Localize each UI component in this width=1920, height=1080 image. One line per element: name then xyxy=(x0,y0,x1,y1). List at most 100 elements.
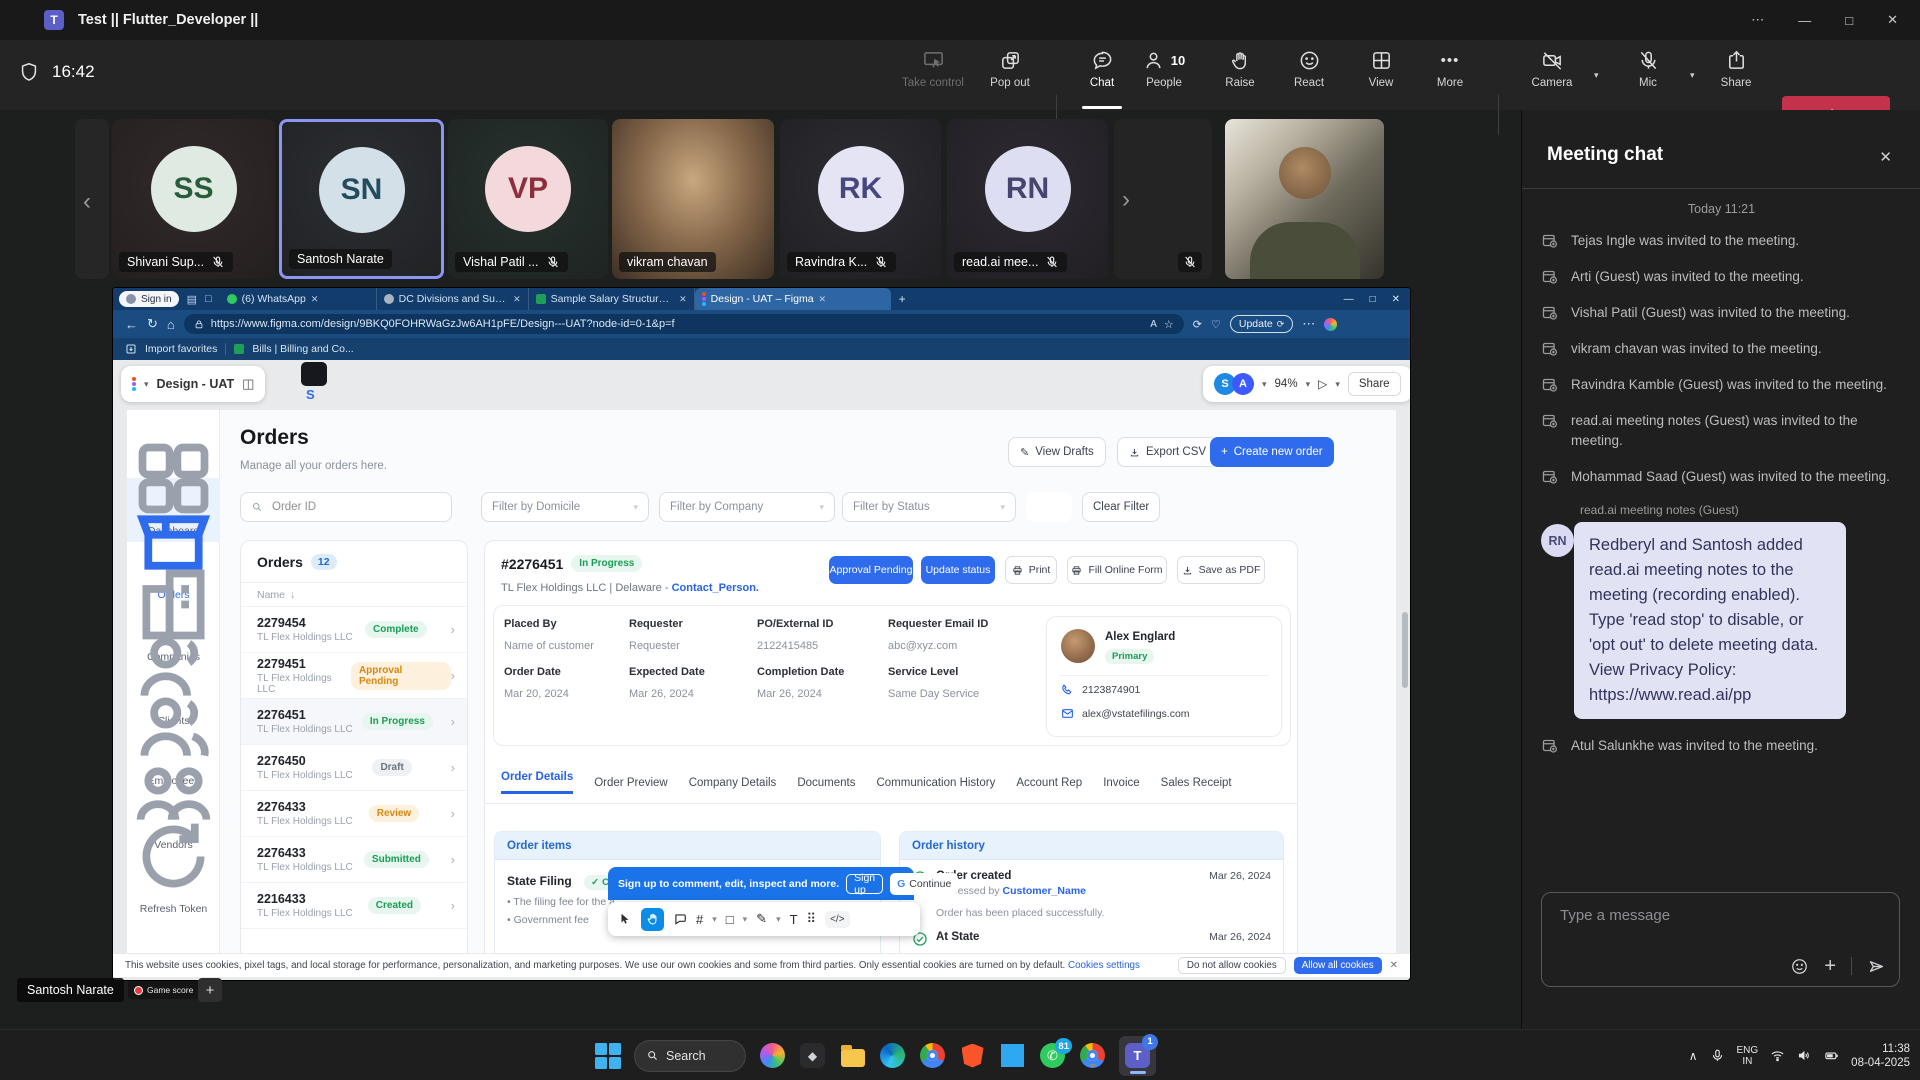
order-row[interactable]: 2279451TL Flex Holdings LLC Approval Pen… xyxy=(241,653,467,699)
figma-zoom-level[interactable]: 94% xyxy=(1275,378,1298,390)
more-button[interactable]: ••• More xyxy=(1414,49,1486,89)
raise-hand-button[interactable]: Raise xyxy=(1204,49,1276,89)
view-drafts-button[interactable]: ✎ View Drafts xyxy=(1008,437,1106,467)
comment-tool-icon[interactable] xyxy=(673,912,687,926)
widgets-app-icon[interactable]: ◆ xyxy=(799,1042,826,1069)
google-continue-button[interactable]: G Continue xyxy=(890,873,958,895)
start-button[interactable] xyxy=(594,1042,621,1069)
strip-next-icon[interactable]: › xyxy=(1122,186,1130,214)
window-minimize-icon[interactable]: — xyxy=(1798,13,1811,28)
browser-tab[interactable]: Sample Salary Structure with calc ✕ xyxy=(529,288,695,310)
order-row[interactable]: 2279454TL Flex Holdings LLC Complete › xyxy=(241,607,467,653)
mic-button[interactable]: Mic xyxy=(1612,49,1684,89)
browser-profile-button[interactable]: Sign in xyxy=(119,291,179,307)
browser-tab-active[interactable]: Design - UAT – Figma ✕ xyxy=(695,288,891,310)
dev-mode-icon[interactable]: </> xyxy=(825,911,849,928)
window-more-icon[interactable]: ⋯ xyxy=(1751,12,1764,28)
tab-invoice[interactable]: Invoice xyxy=(1103,777,1139,789)
attach-plus-icon[interactable]: + xyxy=(1824,956,1836,976)
presenter-add-button[interactable]: + xyxy=(198,978,222,1002)
react-button[interactable]: React xyxy=(1273,49,1345,89)
send-icon[interactable] xyxy=(1867,957,1886,976)
chat-message-input[interactable] xyxy=(1558,906,1858,925)
participant-tile-video[interactable] xyxy=(1225,119,1384,279)
browser-update-button[interactable]: Update ⟳ xyxy=(1230,315,1293,333)
zoom-caret[interactable]: ▾ xyxy=(1306,379,1311,390)
approval-pending-button[interactable]: Approval Pending xyxy=(829,556,913,584)
name-column-header[interactable]: Name xyxy=(257,589,285,601)
back-icon[interactable]: ← xyxy=(125,317,138,332)
strip-prev-icon[interactable]: ‹ xyxy=(83,188,91,216)
collaborators-caret[interactable]: ▾ xyxy=(1262,379,1267,390)
brave-icon[interactable] xyxy=(959,1042,986,1069)
frame-tool-caret[interactable]: ▾ xyxy=(712,914,717,925)
mic-options-caret[interactable]: ▾ xyxy=(1690,70,1695,81)
view-button[interactable]: View xyxy=(1345,49,1417,89)
window-maximize-icon[interactable]: □ xyxy=(1845,13,1853,28)
people-button[interactable]: 10 People xyxy=(1128,49,1200,89)
chat-close-icon[interactable]: ✕ xyxy=(1879,148,1892,166)
vscode-icon[interactable] xyxy=(999,1042,1026,1069)
workspaces-icon[interactable]: ▤ xyxy=(187,293,197,306)
filter-company-dropdown[interactable]: Filter by Company▾ xyxy=(659,492,835,522)
play-caret[interactable]: ▾ xyxy=(1335,379,1340,390)
contact-person-link[interactable]: Contact_Person. xyxy=(672,582,759,594)
sort-down-icon[interactable]: ↓ xyxy=(290,589,295,601)
chrome-profile-icon[interactable] xyxy=(1079,1042,1106,1069)
import-favorites-label[interactable]: Import favorites xyxy=(145,343,217,355)
tab-company-details[interactable]: Company Details xyxy=(689,777,777,789)
collections-icon[interactable]: ♡ xyxy=(1211,318,1221,331)
bills-bookmark[interactable]: Bills | Billing and Co... xyxy=(252,343,353,355)
allow-cookies-button[interactable]: Allow all cookies xyxy=(1294,957,1382,974)
order-row[interactable]: 2276433TL Flex Holdings LLC Submitted › xyxy=(241,837,467,883)
save-as-pdf-button[interactable]: Save as PDF xyxy=(1177,556,1265,584)
deny-cookies-button[interactable]: Do not allow cookies xyxy=(1178,957,1286,974)
volume-icon[interactable] xyxy=(1797,1048,1812,1063)
order-row[interactable]: 2216433TL Flex Holdings LLC Created › xyxy=(241,883,467,929)
participant-tile[interactable]: SS Shivani Sup... xyxy=(112,119,275,279)
read-aloud-icon[interactable]: A xyxy=(1150,319,1157,330)
tab-sales-receipt[interactable]: Sales Receipt xyxy=(1161,777,1232,789)
order-row[interactable]: 2276433TL Flex Holdings LLC Review › xyxy=(241,791,467,837)
tab-order-details[interactable]: Order Details xyxy=(501,771,573,794)
chat-input-box[interactable]: + xyxy=(1541,892,1900,987)
tray-mic-icon[interactable] xyxy=(1710,1048,1725,1063)
browser-close-icon[interactable]: ✕ xyxy=(1392,294,1400,305)
file-explorer-icon[interactable] xyxy=(839,1042,866,1069)
update-status-button[interactable]: Update status xyxy=(921,556,995,584)
browser-menu-icon[interactable]: ⋯ xyxy=(1302,316,1315,332)
browser-scrollbar[interactable] xyxy=(1402,612,1408,688)
pen-tool-caret[interactable]: ▾ xyxy=(776,914,781,925)
participant-tile-selected[interactable]: SN Santosh Narate xyxy=(279,119,444,279)
favorite-star-icon[interactable]: ☆ xyxy=(1164,318,1174,331)
chat-message[interactable]: RN Redberyl and Santosh added read.ai me… xyxy=(1541,522,1902,719)
browser-minimize-icon[interactable]: — xyxy=(1344,294,1354,305)
copilot-icon[interactable] xyxy=(759,1042,786,1069)
filter-clear-button[interactable]: Clear Filter xyxy=(1082,492,1160,522)
print-button[interactable]: Print xyxy=(1005,556,1057,584)
figma-doc-menu[interactable]: ▾ Design - UAT ◫ xyxy=(121,366,265,402)
shape-tool-caret[interactable]: ▾ xyxy=(743,914,748,925)
resources-tool-icon[interactable]: ⠿ xyxy=(807,911,817,927)
order-id-input[interactable] xyxy=(270,500,420,514)
home-icon[interactable]: ⌂ xyxy=(167,317,175,332)
edge-icon[interactable] xyxy=(879,1042,906,1069)
filter-status-dropdown[interactable]: Filter by Status▾ xyxy=(842,492,1016,522)
text-tool-icon[interactable]: T xyxy=(790,912,798,927)
tab-close-icon[interactable]: ✕ xyxy=(311,294,319,305)
sync-icon[interactable]: ⟳ xyxy=(1193,318,1202,331)
camera-options-caret[interactable]: ▾ xyxy=(1594,70,1599,81)
whatsapp-icon[interactable]: ✆ 81 xyxy=(1039,1042,1066,1069)
collaborator-avatar[interactable]: A xyxy=(1232,373,1254,395)
hand-tool-icon[interactable] xyxy=(641,908,664,931)
battery-icon[interactable] xyxy=(1824,1048,1839,1063)
language-indicator[interactable]: ENGIN xyxy=(1737,1045,1759,1067)
order-row-selected[interactable]: 2276451TL Flex Holdings LLC In Progress … xyxy=(241,699,467,745)
share-button[interactable]: Share xyxy=(1700,49,1772,89)
sign-up-button[interactable]: Sign up xyxy=(846,874,883,894)
tab-order-preview[interactable]: Order Preview xyxy=(594,777,668,789)
export-csv-button[interactable]: Export CSV xyxy=(1117,437,1218,467)
customer-name-link[interactable]: Customer_Name xyxy=(1003,885,1086,897)
tab-account-rep[interactable]: Account Rep xyxy=(1016,777,1082,789)
chrome-icon[interactable] xyxy=(919,1042,946,1069)
